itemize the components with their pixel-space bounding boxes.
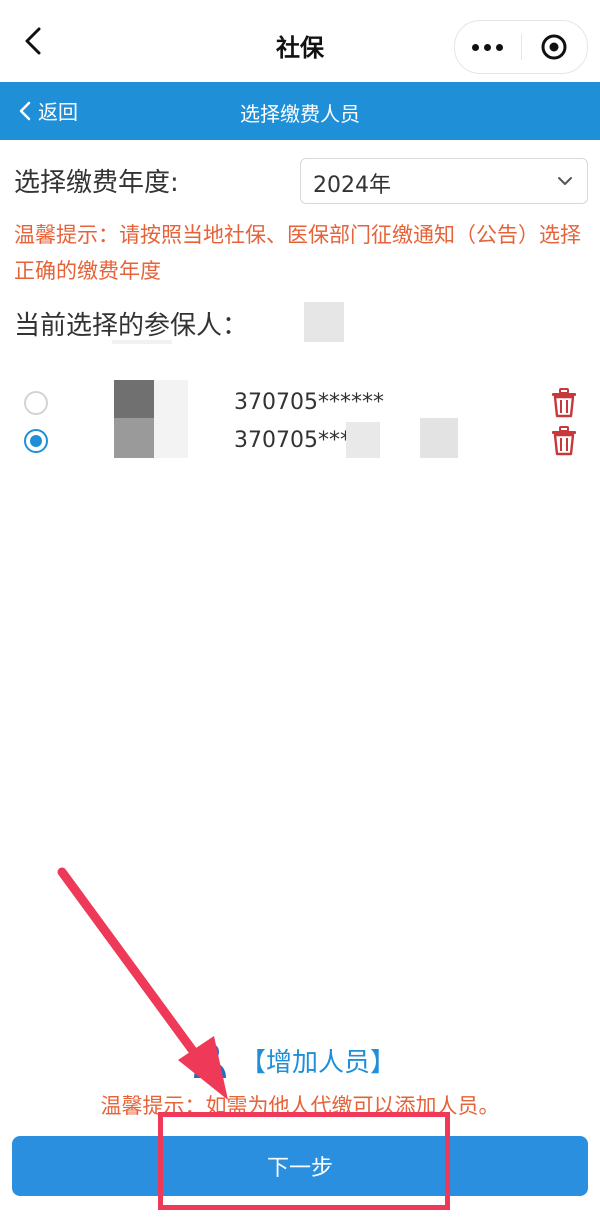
add-person-label: 【增加人员】 (240, 1047, 397, 1078)
person-row[interactable]: 370705***** (0, 418, 600, 466)
person-id-redacted (420, 418, 458, 458)
year-label: 选择缴费年度: (14, 168, 179, 198)
person-id-redacted (346, 422, 380, 458)
section-header: 返回 选择缴费人员 (0, 82, 600, 140)
year-select[interactable]: 2024年 (300, 158, 588, 204)
person-name-redacted (114, 418, 154, 458)
person-name-redacted (154, 418, 188, 458)
year-tip: 温馨提示：请按照当地社保、医保部门征缴通知（公告）选择正确的缴费年度 (14, 223, 581, 283)
current-insured-name-redacted (304, 302, 344, 342)
mini-program-capsule (454, 20, 588, 74)
target-circle-icon[interactable] (522, 33, 588, 61)
year-row: 选择缴费年度: 2024年 (14, 158, 588, 204)
person-name-redacted (154, 380, 188, 420)
trash-icon[interactable] (550, 426, 578, 456)
add-person-button[interactable]: 【增加人员】 (190, 1040, 396, 1080)
top-nav-bar: 社保 (0, 0, 600, 83)
person-radio[interactable] (24, 391, 48, 415)
trash-icon[interactable] (550, 388, 578, 418)
year-value: 2024年 (313, 173, 391, 198)
chevron-down-icon (558, 177, 572, 185)
header-title: 选择缴费人员 (240, 102, 360, 126)
redaction-mark (112, 340, 172, 344)
person-radio-selected[interactable] (24, 429, 48, 453)
person-id: 370705****** (234, 390, 384, 415)
user-icon (194, 1043, 226, 1078)
person-name-redacted (114, 380, 154, 420)
current-insured-label: 当前选择的参保人： (14, 311, 249, 341)
annotation-highlight-box (158, 1112, 450, 1210)
more-dots-icon[interactable] (455, 43, 521, 51)
